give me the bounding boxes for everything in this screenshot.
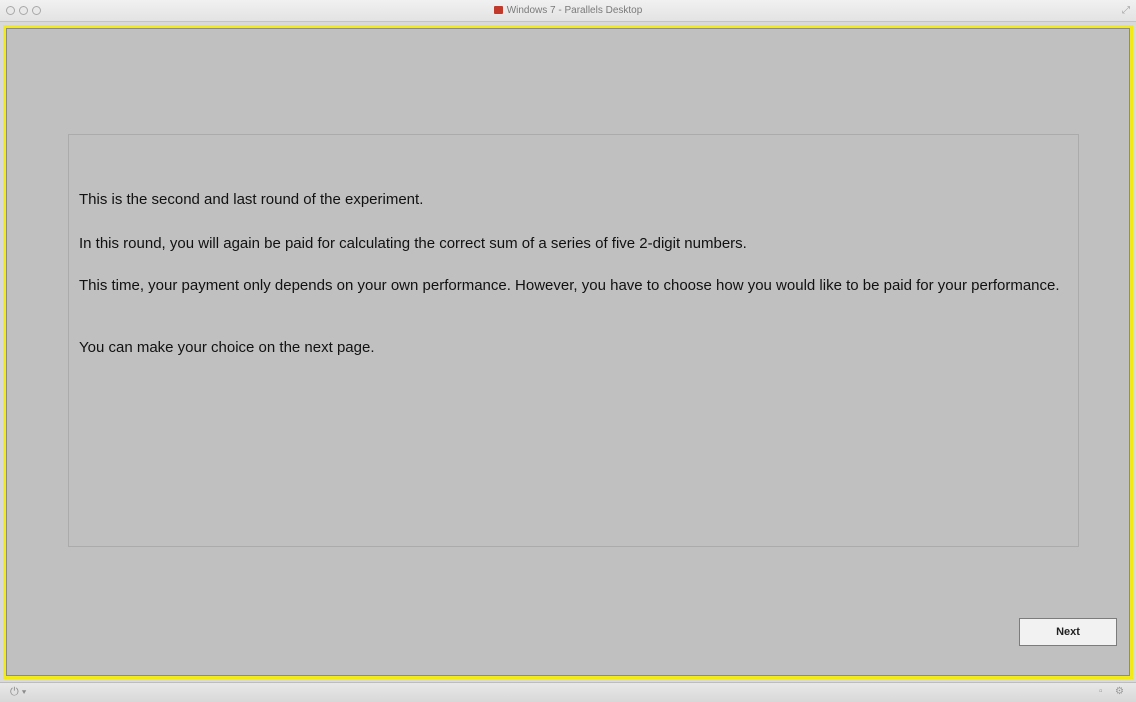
title-bar: Windows 7 - Parallels Desktop ⤢ [0,0,1136,22]
instruction-paragraph-1: This is the second and last round of the… [79,191,424,208]
power-icon[interactable]: ⏻ ▾ [10,686,26,698]
fullscreen-icon[interactable]: ⤢ [1122,5,1130,17]
instructions-panel: This is the second and last round of the… [68,134,1079,547]
instruction-paragraph-2: In this round, you will again be paid fo… [79,235,747,252]
settings-icon[interactable]: ⚙ [1115,686,1124,698]
instruction-paragraph-4: You can make your choice on the next pag… [79,339,375,356]
parallels-window: Windows 7 - Parallels Desktop ⤢ This is … [0,0,1136,702]
status-bar: ⏻ ▾ ▫ ⚙ [0,682,1136,702]
keyboard-icon[interactable]: ▫ [1099,686,1103,698]
window-title: Windows 7 - Parallels Desktop [506,5,643,16]
vm-screen: This is the second and last round of the… [3,25,1133,679]
parallels-icon [493,6,503,14]
instruction-paragraph-3: This time, your payment only depends on … [79,277,1060,294]
window-title-area: Windows 7 - Parallels Desktop [0,5,1136,17]
next-button[interactable]: Next [1019,618,1117,646]
